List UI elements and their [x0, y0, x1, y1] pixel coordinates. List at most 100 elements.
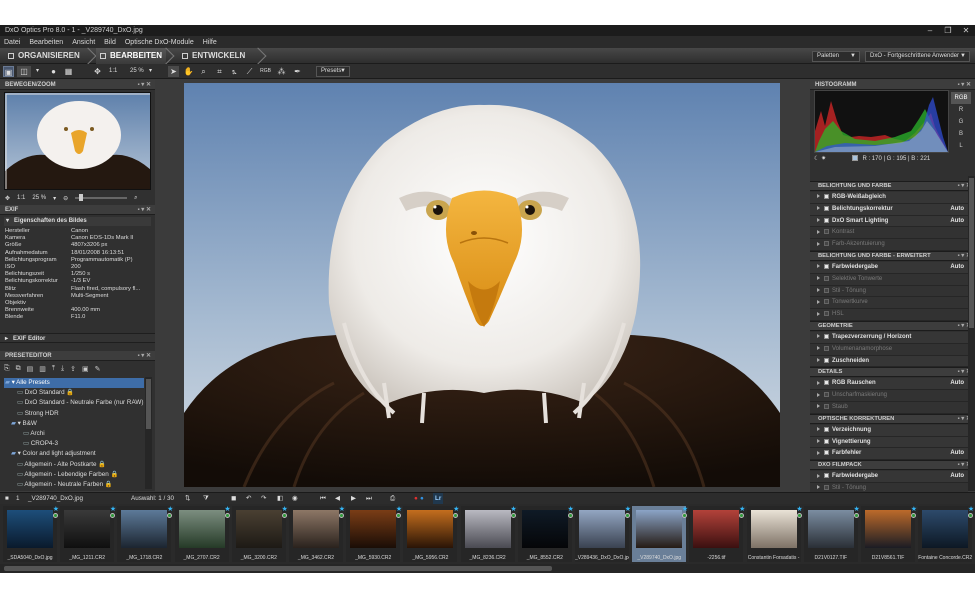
star-icon[interactable]: ★	[968, 505, 974, 513]
expand-triangle-icon[interactable]	[817, 194, 820, 199]
expand-triangle-icon[interactable]	[817, 276, 820, 281]
filmstrip-thumbnail[interactable]: ★ _MG_2707.CR2	[174, 506, 231, 562]
presets-dropdown[interactable]: Presets ▼	[316, 66, 350, 77]
palette-header[interactable]: DETAILS ▪ ▾ ✕	[810, 367, 975, 378]
enable-checkbox[interactable]	[824, 473, 829, 479]
star-icon[interactable]: ★	[682, 505, 688, 513]
rgb-icon[interactable]: RGB	[260, 66, 271, 77]
star-icon[interactable]: ★	[453, 505, 459, 513]
correction-item[interactable]: RGB Rauschen Auto	[810, 378, 968, 391]
enable-checkbox[interactable]	[824, 241, 829, 247]
grid-icon[interactable]: ▦	[63, 66, 74, 77]
move-icon[interactable]: ✥	[92, 66, 103, 77]
panel-controls-icon[interactable]: ▪ ▾ ✕	[138, 80, 152, 90]
image-viewer[interactable]	[157, 80, 808, 491]
preset-tree-item[interactable]: ▭ Allgemein - Lebendige Farben 🔒	[4, 470, 144, 480]
enable-checkbox[interactable]	[824, 205, 829, 211]
star-icon[interactable]: ★	[796, 505, 802, 513]
correction-item[interactable]: Staub	[810, 402, 968, 414]
filmstrip-thumbnail[interactable]: ★ D21V0127.TIF	[803, 506, 860, 562]
panel-controls-icon[interactable]: ▪ ▾ ✕	[138, 205, 152, 215]
filmstrip-thumbnail[interactable]: ★ _MG_1718.CR2	[117, 506, 173, 562]
channel-r[interactable]: R	[951, 104, 971, 116]
edit-preset-icon[interactable]: ✎	[95, 365, 101, 373]
expand-triangle-icon[interactable]	[817, 299, 820, 304]
enable-checkbox[interactable]	[824, 217, 829, 223]
filmstrip-thumbnail[interactable]: ★ _MG_8552.CR2	[517, 506, 574, 562]
expand-triangle-icon[interactable]	[817, 218, 820, 223]
correction-item[interactable]: Zuschneiden	[810, 355, 968, 368]
zoom-icon[interactable]: ⌕	[198, 66, 209, 77]
expand-triangle-icon[interactable]	[817, 264, 820, 269]
info-icon[interactable]: ●	[48, 66, 59, 77]
expand-triangle-icon[interactable]	[817, 358, 820, 363]
straighten-icon[interactable]: ⟋	[244, 66, 255, 77]
eagle-photo[interactable]	[184, 83, 780, 487]
tab-develop[interactable]: ENTWICKELN	[178, 47, 267, 65]
enable-checkbox[interactable]	[824, 380, 829, 386]
scrollbar-thumb[interactable]	[146, 379, 151, 429]
folder-icon[interactable]: ▤	[27, 365, 34, 373]
enable-checkbox[interactable]	[824, 275, 829, 281]
enable-checkbox[interactable]	[824, 193, 829, 199]
enable-checkbox[interactable]	[824, 287, 829, 293]
expand-triangle-icon[interactable]	[817, 288, 820, 293]
hand-icon[interactable]: ✋	[183, 66, 194, 77]
zoom-level[interactable]: 25 %	[130, 66, 144, 77]
expand-triangle-icon[interactable]	[817, 346, 820, 351]
correction-item[interactable]: RGB-Weißabgleich	[810, 192, 968, 204]
save-preset-icon[interactable]: ▣	[82, 365, 89, 373]
correction-item[interactable]: Trapezverzerrung / Horizont	[810, 332, 968, 344]
star-icon[interactable]: ★	[53, 505, 59, 513]
enable-checkbox[interactable]	[824, 403, 829, 409]
palettes-dropdown[interactable]: Paletten ▼	[812, 51, 860, 62]
channel-rgb[interactable]: RGB	[951, 92, 971, 104]
preset-tree-item[interactable]: ▰ ▾ Color and light adjustment	[4, 449, 144, 459]
expand-triangle-icon[interactable]	[817, 311, 820, 316]
star-icon[interactable]: ★	[625, 505, 631, 513]
compare-view-icon[interactable]: ◫	[17, 66, 31, 77]
preset-tree-item[interactable]: ▭ Allgemein - Neutrale Farben 🔒	[4, 480, 144, 490]
enable-checkbox[interactable]	[824, 357, 829, 363]
filmstrip-thumbnail[interactable]: ★ _V289436_DxO_DxO.jpg	[575, 505, 631, 562]
correction-item[interactable]: Vignettierung	[810, 436, 968, 449]
expand-triangle-icon[interactable]	[817, 439, 820, 444]
move-icon[interactable]: ✥	[5, 195, 10, 202]
correction-item[interactable]: Volumenanamorphose	[810, 343, 968, 356]
expand-triangle-icon[interactable]	[817, 473, 820, 478]
filmstrip-thumbnail[interactable]: ★ _V289740_DxO.jpg	[632, 505, 688, 562]
eyedropper-icon[interactable]: ✒	[292, 66, 303, 77]
chevron-down-icon[interactable]: ▾	[145, 66, 156, 77]
star-icon[interactable]: ★	[396, 505, 402, 513]
enable-checkbox[interactable]	[824, 392, 829, 398]
correction-item[interactable]: HSL	[810, 309, 968, 321]
sun-icon[interactable]: ✷	[821, 156, 826, 162]
tab-organize[interactable]: ORGANISIEREN	[4, 47, 97, 65]
star-icon[interactable]: ★	[339, 505, 345, 513]
expand-triangle-icon[interactable]	[817, 404, 820, 409]
filmstrip-thumbnail[interactable]: ★ _MG_3462.CR2	[289, 505, 345, 562]
scrollbar-thumb[interactable]	[4, 566, 552, 571]
enable-checkbox[interactable]	[824, 345, 829, 351]
enable-checkbox[interactable]	[824, 263, 829, 269]
correction-item[interactable]: Belichtungskorrektur Auto	[810, 203, 968, 216]
zoom-in-icon[interactable]: ⌕	[134, 195, 137, 202]
moon-icon[interactable]: ☾	[814, 156, 819, 162]
palette-header[interactable]: BELICHTUNG UND FARBE ▪ ▾ ✕	[810, 181, 975, 191]
correction-item[interactable]: Farb-Akzentuierung	[810, 239, 968, 251]
chevron-down-icon[interactable]: ▾	[53, 195, 56, 202]
ratio-label[interactable]: 1:1	[109, 66, 117, 77]
histogram-panel-header[interactable]: HISTOGRAMM ▪ ▾ ✕	[810, 80, 975, 90]
exif-editor-header[interactable]: ▸ EXIF Editor	[0, 333, 155, 343]
tab-edit[interactable]: BEARBEITEN	[96, 47, 175, 65]
filmstrip-thumbnail[interactable]: ★ _MG_3200.CR2	[231, 506, 288, 562]
dust-icon[interactable]: ⁂	[276, 66, 287, 77]
menu-edit[interactable]: Bearbeiten	[29, 39, 63, 46]
expand-triangle-icon[interactable]	[817, 334, 820, 339]
expand-triangle-icon[interactable]	[817, 206, 820, 211]
star-icon[interactable]: ★	[739, 505, 745, 513]
filmstrip-thumbnail[interactable]: ★ _SDA5040_DxO.jpg	[3, 505, 59, 562]
correction-item[interactable]: Selektive Tonwerte	[810, 273, 968, 286]
chevron-down-icon[interactable]: ▾	[32, 66, 43, 77]
exif-group-header[interactable]: ▾ Eigenschaften des Bildes	[4, 217, 151, 226]
